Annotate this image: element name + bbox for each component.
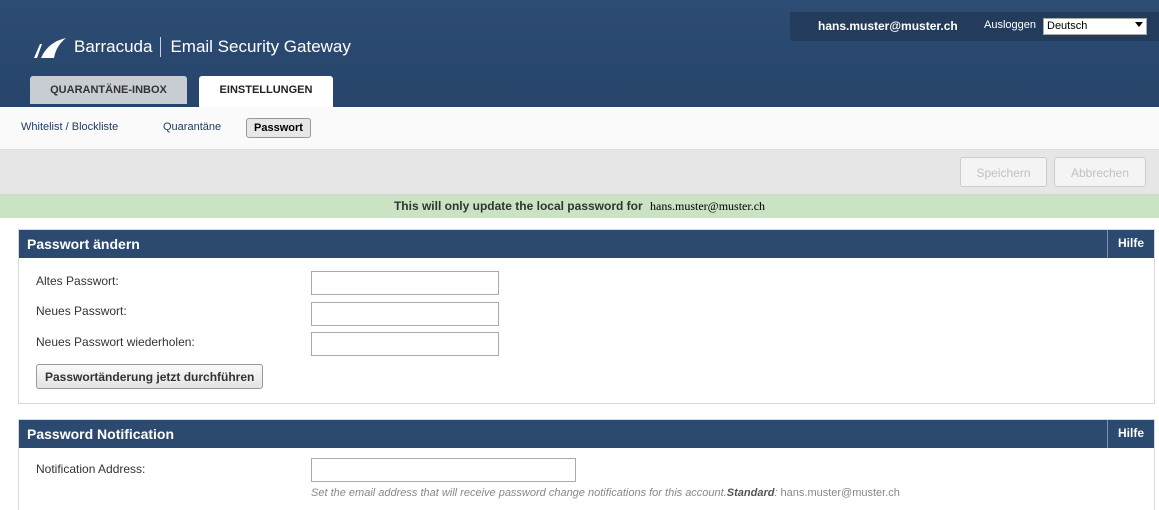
notification-address-label: Notification Address:	[36, 462, 146, 476]
tab-settings[interactable]: EINSTELLUNGEN	[199, 76, 333, 107]
new-password-field[interactable]	[311, 302, 499, 326]
app-header: Barracuda Email Security Gateway hans.mu…	[0, 0, 1159, 107]
notification-hint: Set the email address that will receive …	[311, 487, 900, 499]
panel-title: Password Notification	[27, 426, 175, 442]
old-password-label: Altes Passwort:	[36, 274, 119, 288]
language-select[interactable]: Deutsch	[1043, 18, 1147, 35]
user-bar: hans.muster@muster.ch Ausloggen Deutsch	[790, 12, 1159, 41]
new-password-label: Neues Passwort:	[36, 304, 127, 318]
barracuda-logo: Barracuda Email Security Gateway	[34, 36, 351, 58]
notice-text: This will only update the local password…	[393, 199, 643, 213]
panel-header: Passwort ändern Hilfe	[19, 230, 1154, 258]
panel-header: Password Notification Hilfe	[19, 420, 1154, 448]
logout-link[interactable]: Ausloggen	[984, 19, 1036, 31]
brand-name: Barracuda	[74, 37, 153, 56]
brand-divider	[160, 37, 162, 57]
barracuda-fin-icon	[34, 38, 66, 58]
hint-text: Set the email address that will receive …	[311, 487, 727, 499]
repeat-password-field[interactable]	[311, 332, 499, 356]
help-button[interactable]: Hilfe	[1106, 230, 1154, 258]
language-selected-value: Deutsch	[1047, 20, 1088, 32]
panel-title: Passwort ändern	[27, 236, 140, 252]
hint-default-value: hans.muster@muster.ch	[780, 487, 900, 499]
hint-default-label: Standard	[726, 487, 775, 499]
save-button[interactable]: Speichern	[960, 157, 1047, 187]
help-button[interactable]: Hilfe	[1106, 420, 1154, 448]
chevron-down-icon	[1135, 22, 1143, 27]
user-email: hans.muster@muster.ch	[818, 19, 958, 33]
notification-address-field[interactable]	[311, 458, 576, 482]
notice-address: hans.muster@muster.ch	[650, 199, 766, 213]
password-notification-panel: Password Notification Hilfe Notification…	[18, 419, 1155, 510]
change-password-button[interactable]: Passwortänderung jetzt durchführen	[36, 364, 264, 389]
subnav-whitelist-blocklist[interactable]: Whitelist / Blockliste	[21, 121, 118, 133]
tab-quarantine-inbox[interactable]: QUARANTÄNE-INBOX	[30, 76, 187, 104]
old-password-field[interactable]	[311, 271, 499, 295]
product-name: Email Security Gateway	[170, 37, 351, 56]
subnav-quarantine[interactable]: Quarantäne	[163, 121, 221, 133]
change-password-panel: Passwort ändern Hilfe Altes Passwort: Ne…	[18, 229, 1155, 404]
settings-subnav: Whitelist / Blockliste Quarantäne Passwo…	[0, 107, 1159, 150]
action-bar: Speichern Abbrechen	[0, 150, 1159, 195]
repeat-password-label: Neues Passwort wiederholen:	[36, 335, 195, 349]
subnav-password[interactable]: Passwort	[246, 118, 311, 138]
cancel-button[interactable]: Abbrechen	[1054, 157, 1146, 187]
info-notice: This will only update the local password…	[0, 195, 1159, 218]
